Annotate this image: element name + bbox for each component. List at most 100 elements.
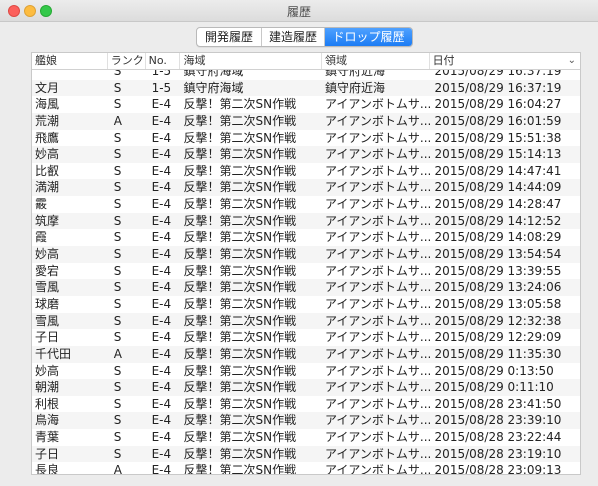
- table-body[interactable]: S 1-5 鎮守府海域 鎮守府近海 2015/08/29 16:37:19 文月 S 1-5 鎮…: [32, 70, 580, 475]
- table-row[interactable]: 筑摩 S E-4 反撃！第二次SN作戦 アイアンボトムサ... 2015/08/29 14…: [32, 212, 580, 230]
- table-row[interactable]: 雪風 S E-4 反撃！第二次SN作戦 アイアンボトムサ... 2015/08/29 13…: [32, 279, 580, 296]
- table-row[interactable]: 妙高 S E-4 反撃！第二次SN作戦 アイアンボトムサ... 2015/08/29 15…: [32, 146, 580, 163]
- cell-rank: S: [113, 313, 122, 328]
- cell-sea-area: 反撃！第二次SN作戦: [183, 197, 297, 212]
- cell-rank: S: [113, 430, 122, 445]
- cell-ship: 霰: [35, 197, 48, 212]
- cell-region: アイアンボトムサ...: [324, 213, 430, 228]
- cell-sea-area: 反撃！第二次SN作戦: [183, 213, 297, 228]
- cell-region: アイアンボトムサ...: [324, 313, 430, 328]
- table-row[interactable]: 子日 S E-4 反撃！第二次SN作戦 アイアンボトムサ... 2015/08/29 12…: [32, 329, 580, 346]
- table-row[interactable]: 妙高 S E-4 反撃！第二次SN作戦 アイアンボトムサ... 2015/08/29 13…: [32, 246, 580, 263]
- cell-ship: 子日: [35, 446, 60, 461]
- cell-region: アイアンボトムサ...: [324, 413, 430, 428]
- cell-rank: S: [113, 197, 122, 212]
- cell-ship: 霞: [35, 230, 48, 245]
- cell-no: E-4: [151, 163, 172, 178]
- cell-region: アイアンボトムサ...: [324, 113, 430, 128]
- cell-rank: S: [113, 280, 122, 295]
- cell-rank: A: [113, 113, 122, 128]
- cell-ship: 妙高: [35, 247, 60, 262]
- table-header: 艦娘 ランク No. 海域 領域 日付 ⌄: [32, 53, 580, 70]
- cell-region: アイアンボトムサ...: [324, 180, 430, 195]
- tab-development-history[interactable]: 開発履歴: [197, 28, 262, 46]
- cell-rank: S: [113, 147, 122, 162]
- cell-sea-area: 反撃！第二次SN作戦: [183, 446, 297, 461]
- cell-date: 2015/08/29 13:24:06: [434, 280, 562, 295]
- cell-sea-area: 反撃！第二次SN作戦: [183, 313, 297, 328]
- cell-sea-area: 反撃！第二次SN作戦: [183, 263, 297, 278]
- cell-region: アイアンボトムサ...: [324, 396, 430, 411]
- cell-region: アイアンボトムサ...: [324, 163, 430, 178]
- tab-construction-history[interactable]: 建造履歴: [262, 28, 325, 46]
- cell-rank: S: [113, 396, 122, 411]
- cell-ship: 飛鷹: [35, 130, 60, 145]
- cell-sea-area: 鎮守府海域: [183, 70, 244, 78]
- cell-sea-area: 反撃！第二次SN作戦: [183, 280, 297, 295]
- cell-rank: S: [113, 363, 122, 378]
- column-header-date-label: 日付: [432, 54, 455, 67]
- column-header-region[interactable]: 領域: [322, 53, 430, 69]
- cell-rank: S: [113, 446, 122, 461]
- table-row[interactable]: 千代田 A E-4 反撃！第二次SN作戦 アイアンボトムサ... 2015/08/29 1…: [32, 345, 580, 363]
- cell-sea-area: 反撃！第二次SN作戦: [183, 296, 297, 311]
- cell-no: E-4: [151, 296, 172, 311]
- table-row[interactable]: 利根 S E-4 反撃！第二次SN作戦 アイアンボトムサ... 2015/08/28 23…: [32, 395, 580, 413]
- cell-no: E-4: [151, 180, 172, 195]
- tab-drop-history[interactable]: ドロップ履歴: [325, 28, 412, 46]
- table-row[interactable]: 鳥海 S E-4 反撃！第二次SN作戦 アイアンボトムサ... 2015/08/28 23…: [32, 412, 580, 430]
- table-row[interactable]: 雪風 S E-4 反撃！第二次SN作戦 アイアンボトムサ... 2015/08/29 12…: [32, 312, 580, 330]
- cell-ship: 千代田: [35, 346, 72, 361]
- table-row[interactable]: 霰 S E-4 反撃！第二次SN作戦 アイアンボトムサ... 2015/08/29 14:…: [32, 196, 580, 213]
- column-header-no[interactable]: No.: [146, 53, 181, 69]
- table-row[interactable]: 文月 S 1-5 鎮守府海域 鎮守府近海 2015/08/29 16:37:19: [32, 79, 580, 97]
- table-row[interactable]: 朝潮 S E-4 反撃！第二次SN作戦 アイアンボトムサ... 2015/08/29 0:…: [32, 379, 580, 396]
- cell-region: 鎮守府近海: [324, 80, 385, 95]
- column-header-ship[interactable]: 艦娘: [32, 53, 108, 69]
- cell-date: 2015/08/29 14:44:09: [434, 180, 562, 195]
- cell-rank: S: [113, 413, 122, 428]
- cell-region: アイアンボトムサ...: [324, 263, 430, 278]
- table-row[interactable]: 青葉 S E-4 反撃！第二次SN作戦 アイアンボトムサ... 2015/08/28 23…: [32, 429, 580, 446]
- cell-region: アイアンボトムサ...: [324, 380, 430, 395]
- table-row[interactable]: 比叡 S E-4 反撃！第二次SN作戦 アイアンボトムサ... 2015/08/29 14…: [32, 162, 580, 180]
- column-header-date[interactable]: 日付 ⌄: [430, 53, 580, 69]
- cell-sea-area: 反撃！第二次SN作戦: [183, 363, 297, 378]
- cell-sea-area: 反撃！第二次SN作戦: [183, 97, 297, 112]
- cell-rank: S: [113, 163, 122, 178]
- cell-ship: 鳥海: [35, 413, 60, 428]
- sort-chevron-down-icon: ⌄: [567, 55, 576, 66]
- cell-no: 1-5: [151, 80, 172, 95]
- table-row[interactable]: 海風 S E-4 反撃！第二次SN作戦 アイアンボトムサ... 2015/08/29 16…: [32, 96, 580, 113]
- cell-ship: 雪風: [35, 313, 60, 328]
- cell-date: 2015/08/29 15:51:38: [434, 130, 562, 145]
- cell-rank: S: [113, 70, 122, 78]
- cell-region: アイアンボトムサ...: [324, 280, 430, 295]
- table-row[interactable]: 霞 S E-4 反撃！第二次SN作戦 アイアンボトムサ... 2015/08/29 14:…: [32, 229, 580, 247]
- table-row[interactable]: 満潮 S E-4 反撃！第二次SN作戦 アイアンボトムサ... 2015/08/29 14…: [32, 179, 580, 197]
- cell-sea-area: 反撃！第二次SN作戦: [183, 163, 297, 178]
- cell-rank: A: [113, 463, 122, 475]
- cell-sea-area: 反撃！第二次SN作戦: [183, 396, 297, 411]
- table-row[interactable]: S 1-5 鎮守府海域 鎮守府近海 2015/08/29 16:37:19: [32, 70, 580, 80]
- cell-no: E-4: [151, 130, 172, 145]
- table-row[interactable]: 荒潮 A E-4 反撃！第二次SN作戦 アイアンボトムサ... 2015/08/29 16…: [32, 112, 580, 130]
- cell-date: 2015/08/29 13:05:58: [434, 296, 562, 311]
- cell-ship: 利根: [35, 396, 60, 411]
- cell-date: 2015/08/29 16:37:19: [434, 80, 562, 95]
- table-row[interactable]: 球磨 S E-4 反撃！第二次SN作戦 アイアンボトムサ... 2015/08/29 13…: [32, 295, 580, 313]
- cell-date: 2015/08/29 12:29:09: [434, 330, 562, 345]
- table-row[interactable]: 長良 A E-4 反撃！第二次SN作戦 アイアンボトムサ... 2015/08/28 23…: [32, 462, 580, 475]
- history-tabs: 開発履歴 建造履歴 ドロップ履歴: [196, 27, 413, 47]
- column-header-rank[interactable]: ランク: [108, 53, 146, 69]
- cell-sea-area: 反撃！第二次SN作戦: [183, 180, 297, 195]
- cell-date: 2015/08/28 23:39:10: [434, 413, 562, 428]
- table-row[interactable]: 愛宕 S E-4 反撃！第二次SN作戦 アイアンボトムサ... 2015/08/29 13…: [32, 262, 580, 280]
- cell-no: E-4: [151, 313, 172, 328]
- table-row[interactable]: 飛鷹 S E-4 反撃！第二次SN作戦 アイアンボトムサ... 2015/08/29 15…: [32, 129, 580, 147]
- column-header-sea-area[interactable]: 海域: [180, 53, 322, 69]
- cell-date: 2015/08/29 16:04:27: [434, 97, 562, 112]
- table-row[interactable]: 妙高 S E-4 反撃！第二次SN作戦 アイアンボトムサ... 2015/08/29 0:…: [32, 362, 580, 380]
- cell-no: E-4: [151, 230, 172, 245]
- table-row[interactable]: 子日 S E-4 反撃！第二次SN作戦 アイアンボトムサ... 2015/08/28 23…: [32, 445, 580, 463]
